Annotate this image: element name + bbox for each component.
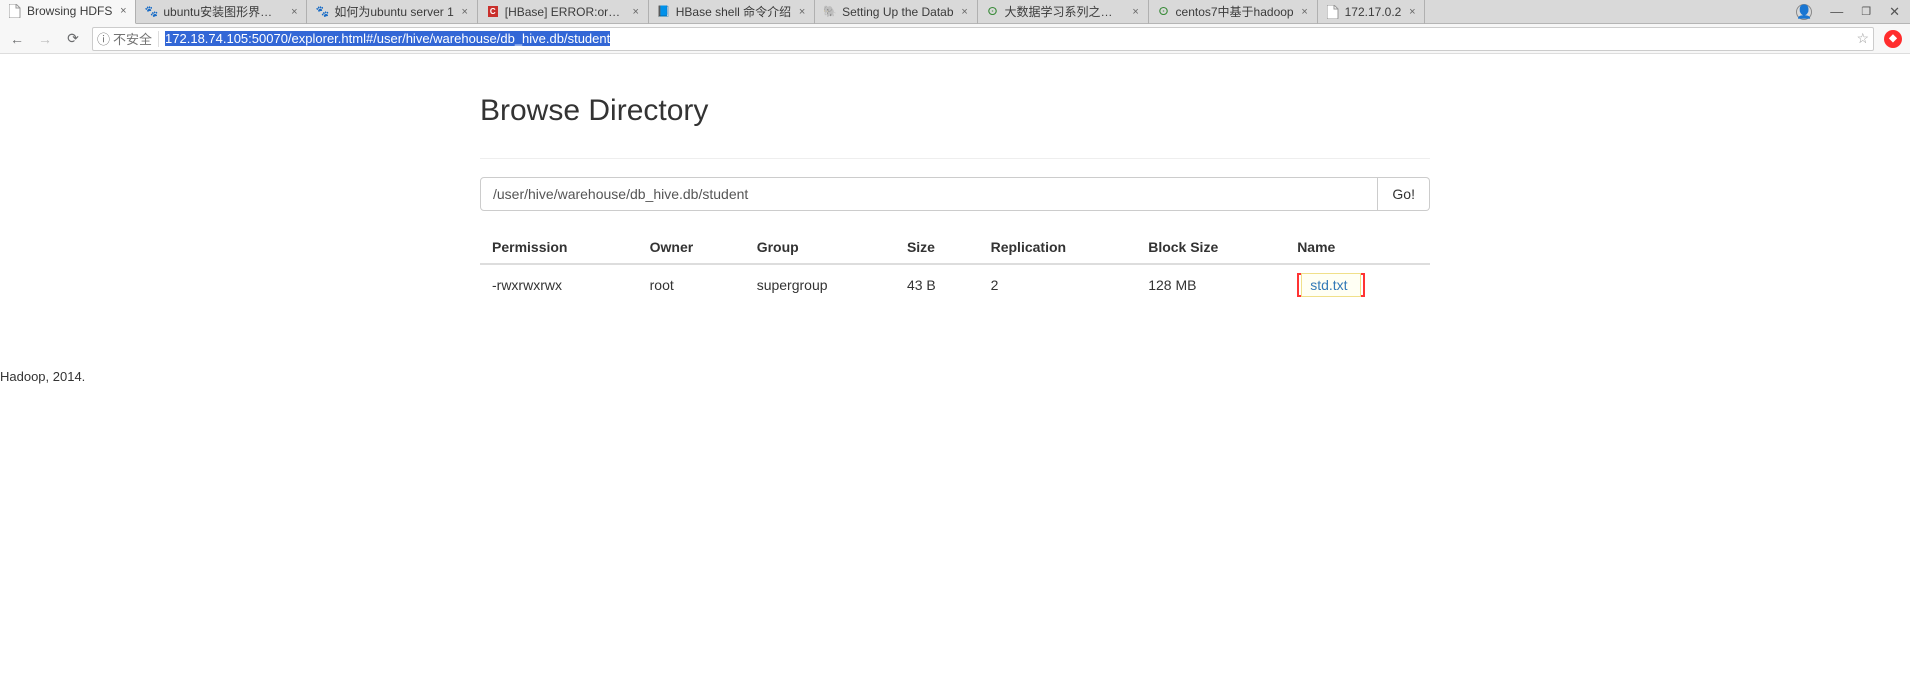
tab-close-icon[interactable]: ×	[1130, 6, 1142, 18]
favicon-icon: ⵙ	[1157, 5, 1171, 19]
browser-tab[interactable]: 🐘 Setting Up the Datab ×	[815, 0, 977, 24]
back-button[interactable]: ←	[8, 30, 26, 48]
favicon-icon: 🐾	[144, 5, 158, 19]
col-replication: Replication	[979, 231, 1137, 264]
forward-button: →	[36, 30, 54, 48]
browser-tab[interactable]: ⵙ 大数据学习系列之八---- ×	[978, 0, 1149, 24]
tab-title: HBase shell 命令介绍	[676, 3, 791, 20]
browser-tab[interactable]: C [HBase] ERROR:org.ap ×	[478, 0, 649, 24]
address-bar[interactable]: ⓘ 不安全 172.18.74.105:50070/explorer.html#…	[92, 27, 1874, 51]
favicon-icon: 📘	[657, 5, 671, 19]
maximize-button[interactable]: ❐	[1861, 5, 1871, 18]
tab-close-icon[interactable]: ×	[796, 6, 808, 18]
favicon-icon: C	[486, 5, 500, 19]
file-link[interactable]: std.txt	[1310, 277, 1347, 293]
window-controls: 👤 — ❐ ✕	[1786, 4, 1910, 20]
col-size: Size	[895, 231, 979, 264]
favicon-icon	[1326, 5, 1340, 19]
table-header-row: Permission Owner Group Size Replication …	[480, 231, 1430, 264]
tab-close-icon[interactable]: ×	[117, 5, 129, 17]
directory-table: Permission Owner Group Size Replication …	[480, 231, 1430, 305]
insecure-label: 不安全	[113, 29, 152, 48]
tab-close-icon[interactable]: ×	[1406, 6, 1418, 18]
divider	[158, 31, 159, 47]
url-selected: 172.18.74.105:50070/explorer.html#/user/…	[165, 31, 610, 46]
tab-title: Setting Up the Datab	[842, 5, 953, 19]
page-content: Browse Directory Go! Permission Owner Gr…	[470, 54, 1440, 305]
separator	[480, 158, 1430, 159]
browser-tab[interactable]: 🐾 如何为ubuntu server 1 ×	[307, 0, 477, 24]
col-group: Group	[745, 231, 895, 264]
tab-title: Browsing HDFS	[27, 4, 112, 18]
path-row: Go!	[480, 177, 1430, 211]
tab-title: ubuntu安装图形界面_百	[163, 3, 283, 20]
bookmark-star-icon[interactable]: ☆	[1856, 30, 1869, 47]
favicon-icon: 🐾	[315, 5, 329, 19]
tab-close-icon[interactable]: ×	[1299, 6, 1311, 18]
minimize-button[interactable]: —	[1830, 4, 1843, 19]
tab-title: 大数据学习系列之八----	[1005, 3, 1125, 20]
tab-strip: Browsing HDFS × 🐾 ubuntu安装图形界面_百 × 🐾 如何为ubuntu…	[0, 0, 1910, 24]
cell-size: 43 B	[895, 264, 979, 305]
col-permission: Permission	[480, 231, 638, 264]
favicon-icon: 🐘	[823, 5, 837, 19]
close-window-button[interactable]: ✕	[1889, 4, 1900, 20]
col-owner: Owner	[638, 231, 745, 264]
reload-button[interactable]: ⟳	[64, 30, 82, 48]
extension-icon[interactable]: ◆	[1884, 30, 1902, 48]
cell-permission: -rwxrwxrwx	[480, 264, 638, 305]
table-row: -rwxrwxrwxrootsupergroup43 B2128 MB std.t…	[480, 264, 1430, 305]
browser-chrome: Browsing HDFS × 🐾 ubuntu安装图形界面_百 × 🐾 如何为ubuntu…	[0, 0, 1910, 54]
favicon-icon	[8, 4, 22, 18]
cell-owner: root	[638, 264, 745, 305]
favicon-icon: ⵙ	[986, 5, 1000, 19]
info-icon: ⓘ	[97, 29, 110, 48]
tab-title: centos7中基于hadoop	[1176, 3, 1294, 20]
tab-title: 如何为ubuntu server 1	[334, 3, 453, 20]
col-block-size: Block Size	[1136, 231, 1285, 264]
cell-group: supergroup	[745, 264, 895, 305]
url-text[interactable]: 172.18.74.105:50070/explorer.html#/user/…	[165, 31, 1850, 46]
security-indicator[interactable]: ⓘ 不安全	[97, 29, 152, 48]
browser-tab[interactable]: 🐾 ubuntu安装图形界面_百 ×	[136, 0, 307, 24]
go-button[interactable]: Go!	[1378, 177, 1430, 211]
tab-close-icon[interactable]: ×	[288, 6, 300, 18]
browser-tab[interactable]: 172.17.0.2 ×	[1318, 0, 1426, 24]
tab-close-icon[interactable]: ×	[630, 6, 642, 18]
footer: Hadoop, 2014.	[0, 365, 1910, 388]
tab-close-icon[interactable]: ×	[959, 6, 971, 18]
tab-close-icon[interactable]: ×	[459, 6, 471, 18]
path-input[interactable]	[480, 177, 1378, 211]
browser-tab[interactable]: Browsing HDFS ×	[0, 0, 136, 24]
page-heading: Browse Directory	[480, 94, 1430, 128]
browser-tab[interactable]: 📘 HBase shell 命令介绍 ×	[649, 0, 815, 24]
tab-title: 172.17.0.2	[1345, 5, 1402, 19]
cell-replication: 2	[979, 264, 1137, 305]
col-name: Name	[1285, 231, 1430, 264]
cell-name: std.txt	[1285, 264, 1430, 305]
nav-bar: ← → ⟳ ⓘ 不安全 172.18.74.105:50070/explorer…	[0, 24, 1910, 54]
cell-block-size: 128 MB	[1136, 264, 1285, 305]
user-icon[interactable]: 👤	[1796, 4, 1812, 20]
tab-title: [HBase] ERROR:org.ap	[505, 5, 625, 19]
highlight-box: std.txt	[1297, 273, 1364, 297]
browser-tab[interactable]: ⵙ centos7中基于hadoop ×	[1149, 0, 1318, 24]
